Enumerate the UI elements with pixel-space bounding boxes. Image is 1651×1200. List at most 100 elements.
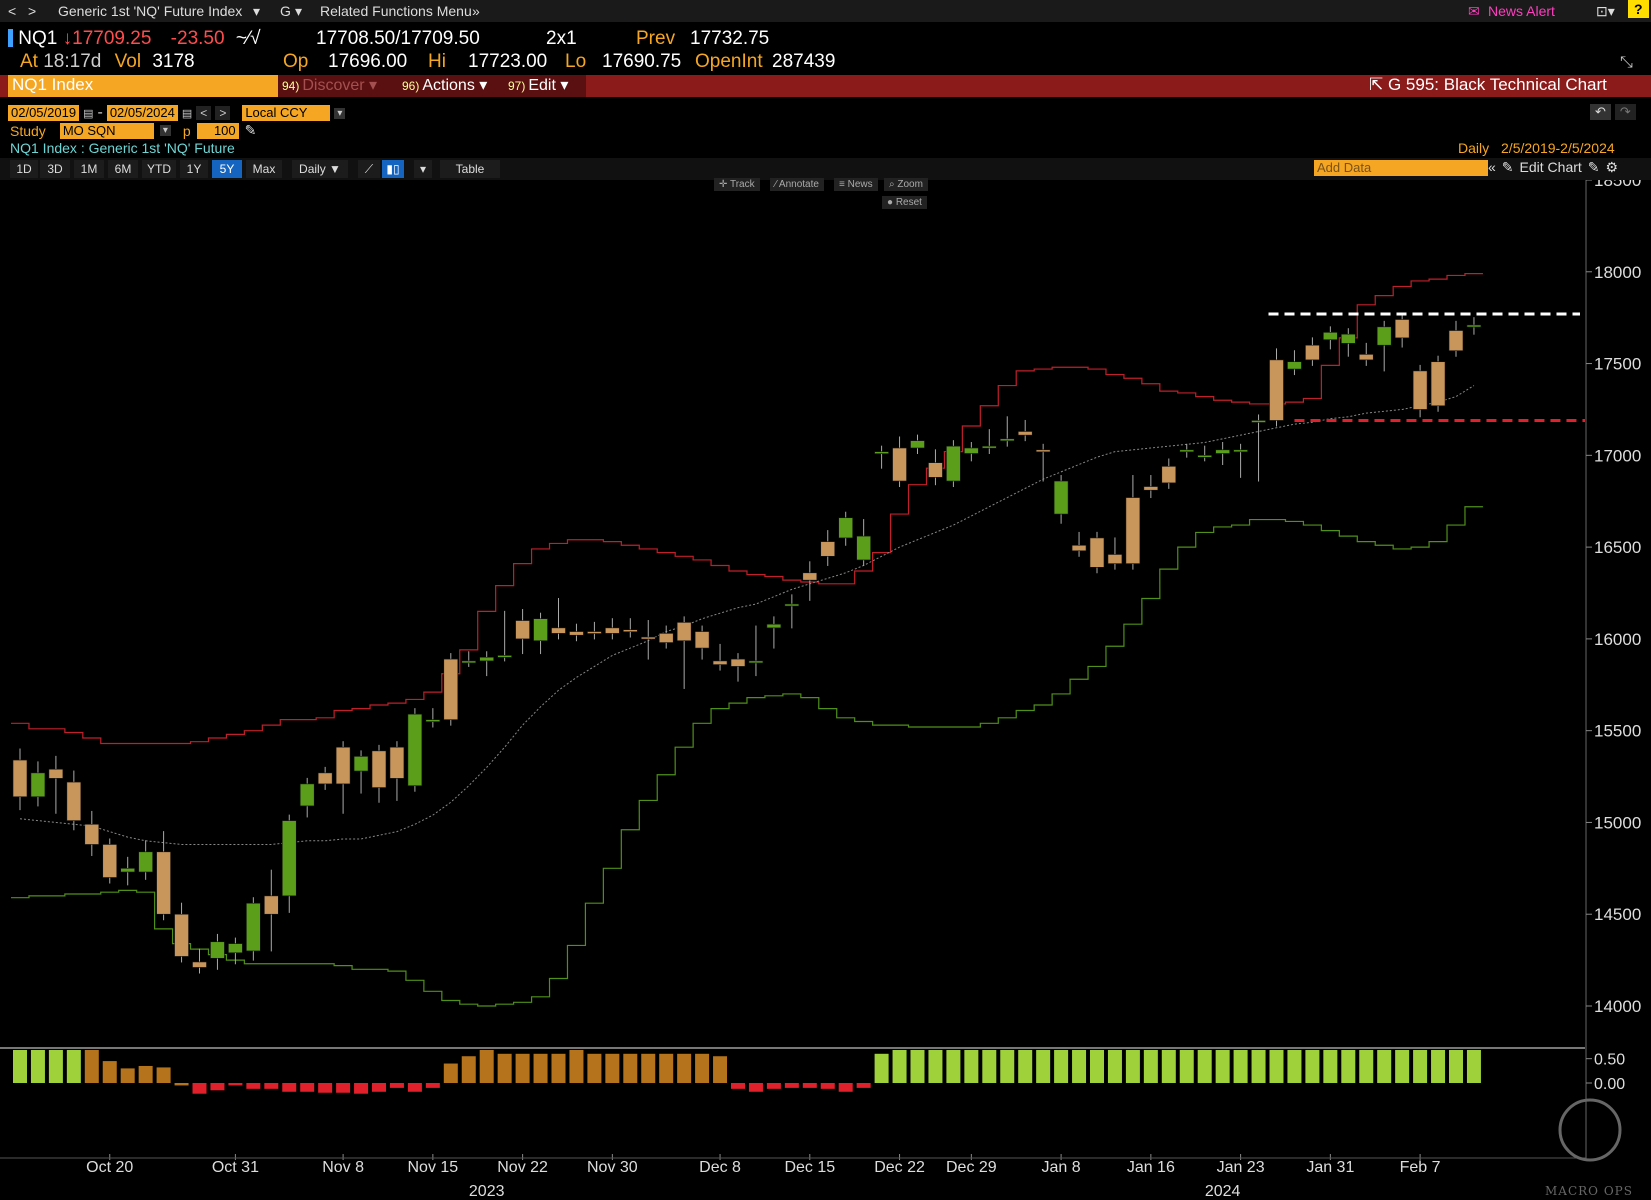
candle — [999, 416, 1015, 447]
end-date-field[interactable]: 02/05/2024 — [106, 105, 178, 121]
tab-ytd[interactable]: YTD — [142, 160, 176, 178]
candle-chart-icon[interactable]: ▮▯ — [382, 160, 404, 178]
edit-button[interactable]: 97) Edit ▾ — [504, 75, 586, 97]
candle — [874, 445, 889, 469]
tab-3d[interactable]: 3D — [40, 160, 70, 178]
indicator-bar — [1323, 1050, 1338, 1083]
candle-body-down — [1269, 359, 1284, 421]
edit-icon[interactable]: ✎ — [1588, 159, 1600, 176]
candle-body-down — [551, 627, 566, 634]
pencil-icon[interactable]: ✎ — [245, 122, 257, 139]
tab-1d[interactable]: 1D — [10, 160, 38, 178]
candle — [658, 625, 674, 649]
y-tick-label: 15000 — [1594, 813, 1641, 832]
line-chart-icon[interactable]: ⟋ — [358, 160, 380, 178]
indicator-bar — [515, 1053, 530, 1083]
price-chart[interactable]: 14000 14500 15000 15500 16000 16500 17000 17500… — [0, 180, 1651, 1050]
chevron-down-icon[interactable]: ▾ — [414, 160, 432, 178]
start-date-field[interactable]: 02/05/2019 — [8, 105, 80, 121]
tab-6m[interactable]: 6M — [108, 160, 138, 178]
undo-icon[interactable]: ↶ — [1590, 104, 1611, 120]
candle-body-up — [1179, 449, 1195, 453]
popout-icon[interactable]: ⇱ — [1369, 75, 1383, 94]
candle-body-up — [228, 943, 243, 954]
indicator-bar — [910, 1050, 925, 1083]
window-menu-icon[interactable]: ⊡▾ — [1596, 3, 1615, 20]
next-period-icon[interactable]: > — [215, 106, 231, 120]
x-tick-label: Jan 23 — [1217, 1159, 1265, 1176]
prev-period-icon[interactable]: < — [196, 106, 212, 120]
indicator-bar — [1018, 1050, 1033, 1083]
periodicity-value: Daily — [299, 162, 326, 176]
last-price: 17709.25 — [72, 28, 152, 49]
indicator-bar — [48, 1050, 63, 1083]
indicator-bar — [1161, 1050, 1176, 1083]
periodicity-select[interactable]: Daily ▼ — [292, 160, 348, 178]
candle — [551, 598, 566, 640]
gear-icon[interactable]: ⚙ — [1606, 159, 1619, 176]
quote-line-1: NQ1 ↓17709.25 -23.50 ~⁄√ 17708.50/17709.… — [8, 28, 769, 50]
indicator-bar-negative — [372, 1083, 386, 1092]
x-tick-label: Nov 30 — [587, 1159, 638, 1176]
menu-bar: NQ1 Index 94) Discover ▾ 96) Actions ▾ 97)… — [0, 75, 1651, 97]
tab-5y[interactable]: 5Y — [212, 160, 242, 178]
chevron-down-icon[interactable]: ▾ — [334, 107, 346, 119]
discover-num: 94) — [282, 79, 300, 93]
p-field[interactable]: 100 — [196, 122, 239, 139]
security-field[interactable]: NQ1 Index — [8, 75, 278, 97]
actions-num: 96) — [402, 79, 420, 93]
indicator-bar — [1359, 1050, 1374, 1083]
news-alert-icon: ✉ — [1468, 3, 1480, 19]
quote-time: 18:17d — [43, 51, 102, 72]
candle-body-down — [605, 627, 620, 634]
collapse-icon[interactable]: « — [1488, 159, 1496, 176]
tab-1m[interactable]: 1M — [74, 160, 104, 178]
candle — [102, 838, 118, 884]
redo-icon[interactable]: ↷ — [1614, 104, 1636, 120]
tab-1y[interactable]: 1Y — [180, 160, 208, 178]
x-tick-label: Nov 8 — [322, 1159, 364, 1176]
help-icon[interactable]: ? — [1628, 0, 1649, 18]
table-button[interactable]: Table — [440, 160, 500, 178]
indicator-bar — [677, 1053, 692, 1083]
currency-select[interactable]: Local CCY — [242, 105, 331, 121]
indicator-chart[interactable]: 1.501.000.500.00Oct 20Oct 31Nov 8Nov 15N… — [0, 1050, 1651, 1200]
y-tick-label: 17000 — [1594, 446, 1641, 465]
candle-body-down — [1394, 319, 1410, 339]
calendar-icon[interactable]: ▤ — [83, 107, 93, 120]
indicator-bar-negative — [856, 1083, 871, 1088]
add-data-field[interactable]: Add Data — [1314, 160, 1488, 176]
actions-button[interactable]: 96) Actions ▾ — [398, 75, 504, 97]
related-functions-menu[interactable]: Related Functions Menu — [320, 3, 472, 19]
candle — [1161, 458, 1177, 489]
indicator-bar — [641, 1053, 656, 1083]
tab-max[interactable]: Max — [246, 160, 282, 178]
indicator-bar — [1269, 1050, 1284, 1083]
g-menu[interactable]: G — [280, 3, 291, 19]
indicator-bar-negative — [264, 1083, 279, 1089]
candle — [1053, 475, 1069, 524]
edit-chart-button[interactable]: Edit Chart — [1520, 159, 1582, 176]
indicator-bar — [874, 1053, 889, 1083]
indicator-bar — [1179, 1050, 1194, 1083]
back-icon[interactable]: < — [8, 3, 16, 19]
candle-body-up — [1376, 326, 1392, 346]
news-alert-button[interactable]: News Alert — [1488, 3, 1555, 19]
forward-icon[interactable]: > — [28, 3, 36, 19]
pencil-icon: ✎ — [1501, 159, 1514, 175]
chevron-down-icon[interactable]: ▾ — [159, 125, 171, 136]
candle — [622, 618, 638, 638]
candle — [1466, 317, 1482, 335]
security-menu[interactable]: Generic 1st 'NQ' Future Index — [58, 3, 242, 19]
candle — [892, 436, 907, 488]
indicator-bar — [120, 1068, 135, 1083]
lo-value: 17690.75 — [602, 51, 682, 72]
indicator-bar — [1215, 1050, 1230, 1083]
study-field[interactable]: MO SQN — [59, 122, 154, 139]
expand-icon[interactable]: ⤡ — [1620, 54, 1633, 72]
calendar-icon[interactable]: ▤ — [182, 107, 192, 120]
candle-body-down — [658, 633, 674, 643]
edit-label: Edit — [528, 77, 556, 94]
candle — [1251, 414, 1266, 482]
discover-button[interactable]: 94) Discover ▾ — [278, 75, 398, 97]
